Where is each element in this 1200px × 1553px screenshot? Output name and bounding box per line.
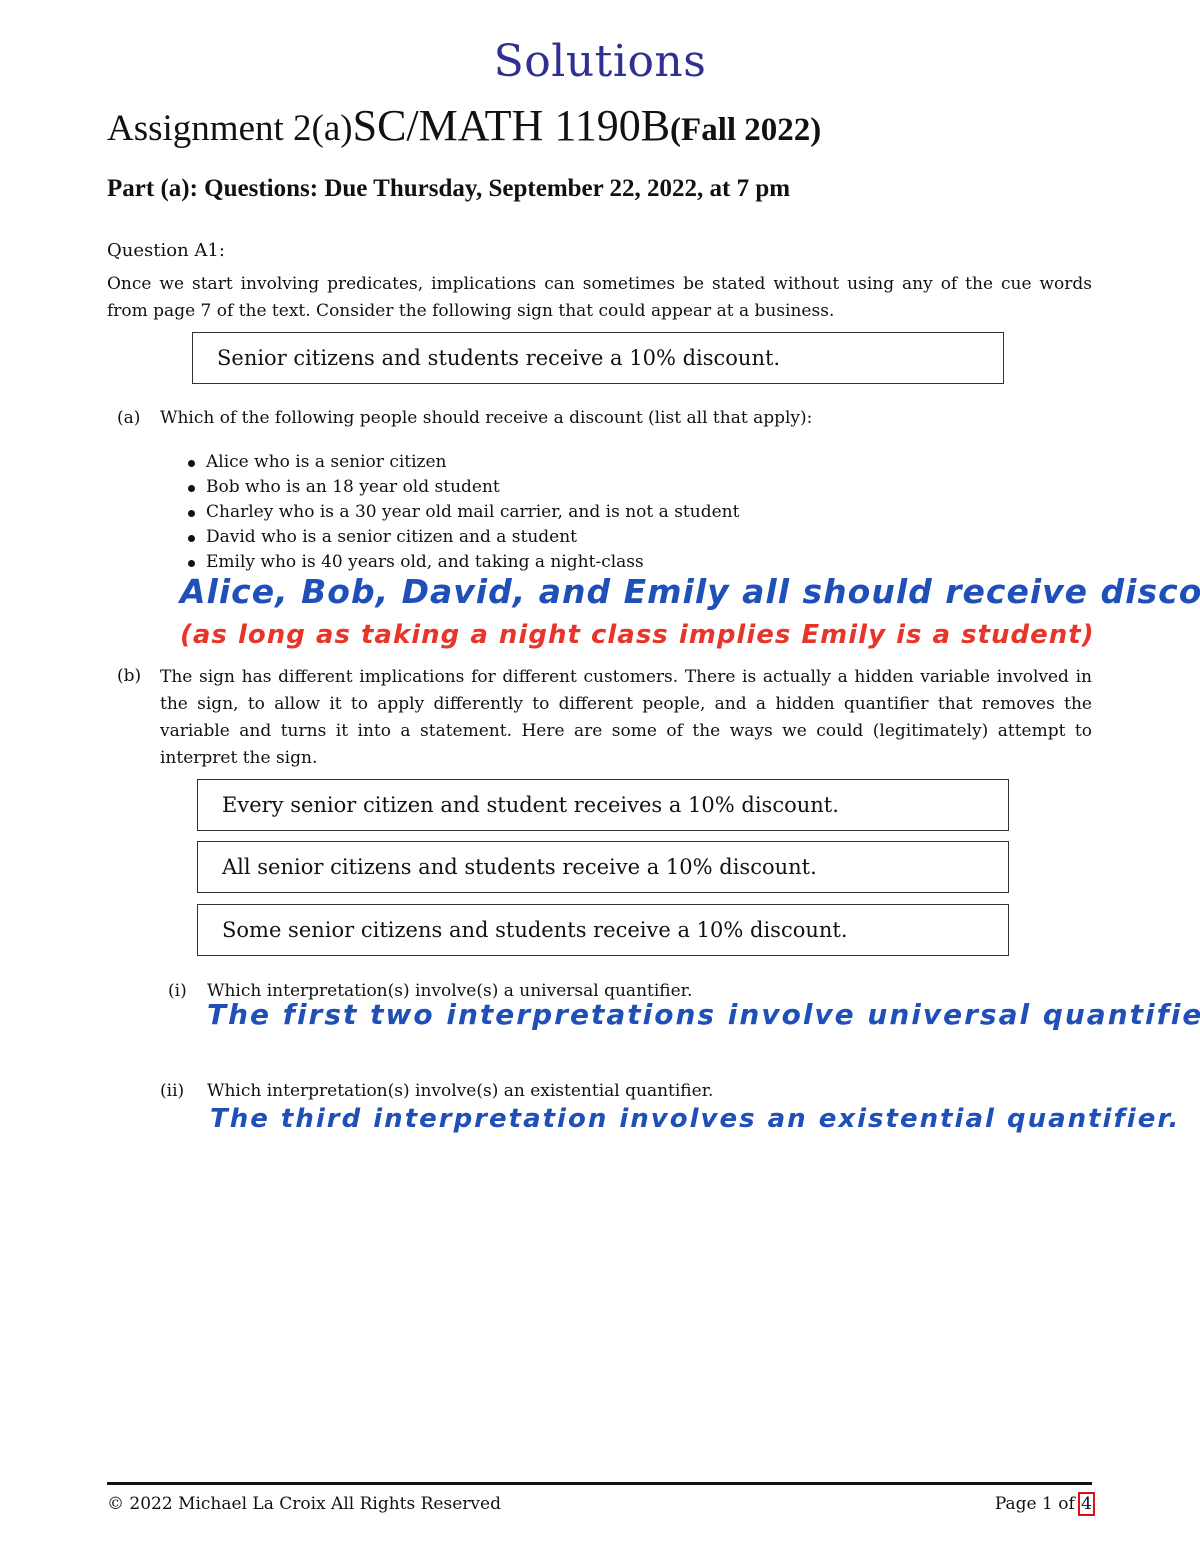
sign-box: Senior citizens and students receive a 1… — [192, 332, 1004, 384]
sub-ii-text: Which interpretation(s) involve(s) an ex… — [207, 1081, 714, 1101]
interpretation-box: Every senior citizen and student receive… — [197, 779, 1009, 831]
page-total-link[interactable]: 4 — [1078, 1492, 1095, 1516]
sub-i-label: (i) — [168, 981, 187, 1001]
part-heading: Part (a): Questions: Due Thursday, Septe… — [107, 175, 791, 202]
part-a-label: (a) — [117, 408, 141, 428]
solutions-title: Solutions — [493, 36, 707, 87]
question-heading: Question A1: — [107, 240, 225, 261]
handwritten-answer-a: Alice, Bob, David, and Emily all should … — [180, 572, 1200, 611]
term: (Fall 2022) — [670, 112, 822, 148]
handwritten-answer-i: The first two interpretations involve un… — [207, 998, 1200, 1031]
part-b-label: (b) — [117, 666, 142, 686]
interpretation-box: All senior citizens and students receive… — [197, 841, 1009, 893]
list-item: Bob who is an 18 year old student — [186, 475, 739, 500]
interpretation-text: Some senior citizens and students receiv… — [222, 918, 848, 942]
interpretation-text: Every senior citizen and student receive… — [222, 793, 839, 817]
sub-ii-label: (ii) — [160, 1081, 185, 1101]
people-list: Alice who is a senior citizen Bob who is… — [186, 450, 739, 575]
footer-rule — [107, 1482, 1092, 1485]
assignment-title: Assignment 2(a)SC/MATH 1190B(Fall 2022) — [107, 100, 1107, 151]
sign-text: Senior citizens and students receive a 1… — [217, 346, 781, 370]
page-indicator: Page 1 of 4 — [994, 1492, 1095, 1516]
course-code: SC/MATH 1190B — [352, 101, 671, 150]
list-item: David who is a senior citizen and a stud… — [186, 525, 739, 550]
assignment-number: Assignment 2(a) — [107, 108, 353, 149]
question-intro: Once we start involving predicates, impl… — [107, 274, 1092, 321]
interpretation-text: All senior citizens and students receive… — [222, 855, 817, 879]
list-item: Alice who is a senior citizen — [186, 450, 739, 475]
handwritten-note-a: (as long as taking a night class implies… — [180, 620, 1095, 650]
copyright-text: © 2022 Michael La Croix All Rights Reser… — [107, 1494, 501, 1514]
list-item: Charley who is a 30 year old mail carrie… — [186, 500, 739, 525]
interpretation-box: Some senior citizens and students receiv… — [197, 904, 1009, 956]
handwritten-answer-ii: The third interpretation involves an exi… — [210, 1104, 1181, 1134]
part-a-text: Which of the following people should rec… — [160, 408, 813, 428]
part-b-text: The sign has different implications for … — [160, 667, 1092, 768]
page-prefix: Page 1 of — [994, 1494, 1081, 1514]
